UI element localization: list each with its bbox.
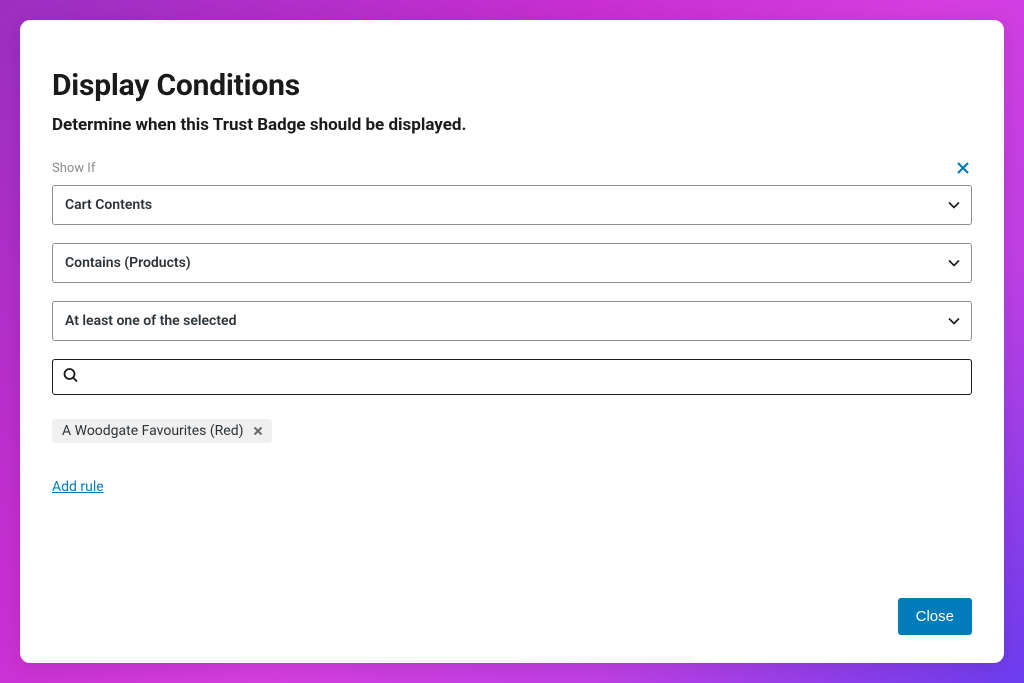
add-rule-link[interactable]: Add rule (52, 479, 972, 495)
tag-remove-button[interactable] (250, 423, 266, 439)
condition-type-select[interactable]: Cart Contents (52, 185, 972, 225)
search-icon (62, 367, 79, 388)
match-mode-row: At least one of the selected (52, 301, 972, 341)
display-conditions-modal: Display Conditions Determine when this T… (20, 20, 1004, 663)
show-if-label: Show If (52, 161, 95, 176)
remove-rule-button[interactable] (954, 159, 972, 177)
page-title: Display Conditions (52, 68, 972, 103)
tag-label: A Woodgate Favourites (Red) (62, 423, 244, 439)
page-subtitle: Determine when this Trust Badge should b… (52, 115, 972, 135)
condition-type-row: Cart Contents (52, 185, 972, 225)
selected-products-row: A Woodgate Favourites (Red) (52, 419, 972, 443)
close-button[interactable]: Close (898, 598, 972, 635)
product-search-row (52, 359, 972, 395)
match-mode-select[interactable]: At least one of the selected (52, 301, 972, 341)
product-search-input[interactable] (52, 359, 972, 395)
operator-select[interactable]: Contains (Products) (52, 243, 972, 283)
rule-header-row: Show If (52, 159, 972, 177)
operator-row: Contains (Products) (52, 243, 972, 283)
close-icon (956, 161, 970, 175)
close-icon (253, 426, 263, 436)
selected-product-tag: A Woodgate Favourites (Red) (52, 419, 272, 443)
modal-footer: Close (898, 598, 972, 635)
